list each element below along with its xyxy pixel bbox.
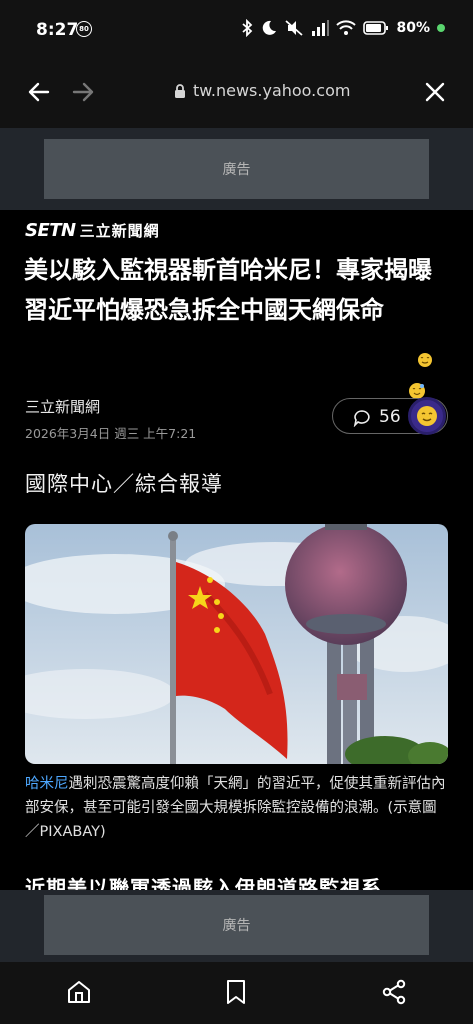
url-text: tw.news.yahoo.com: [193, 81, 351, 100]
home-icon[interactable]: [66, 979, 92, 1005]
browser-toolbar: tw.news.yahoo.com: [0, 62, 473, 128]
article-photo[interactable]: [25, 524, 448, 764]
bookmark-icon[interactable]: [224, 979, 248, 1005]
reaction-emoji-icon: [418, 353, 432, 367]
arrow-right-icon[interactable]: [70, 79, 96, 105]
caption-link[interactable]: 哈米尼: [25, 776, 69, 792]
data-saver-badge: 80: [76, 21, 92, 37]
article-paragraph: 近期美以聯軍透過駭入伊朗道路監視系: [25, 876, 382, 890]
comments-button[interactable]: 56: [332, 397, 448, 435]
charging-dot: [437, 24, 445, 32]
ad-placeholder-top[interactable]: 廣告: [44, 139, 429, 199]
setn-logo-mark: SETN: [25, 219, 76, 241]
lock-icon: [175, 83, 185, 98]
article: SETN 三立新聞網 美以駭入監視器斬首哈米尼！專家揭曝習近平怕爆恐急拆全中國天…: [0, 210, 473, 890]
mute-icon: [285, 20, 304, 36]
battery-percent: 80%: [396, 20, 430, 36]
article-date: 2026年3月4日 週三 上午7:21: [25, 426, 197, 441]
status-time: 8:27: [36, 20, 79, 40]
status-bar: 8:27 80 80%: [0, 0, 473, 62]
comment-icon: [353, 410, 370, 427]
comment-count: 56: [379, 407, 401, 427]
article-section-byline: 國際中心／綜合報導: [25, 472, 223, 496]
arrow-left-icon[interactable]: [26, 79, 52, 105]
bluetooth-icon: [242, 19, 253, 37]
photo-caption: 哈米尼遇刺恐震驚高度仰賴「天網」的習近平，促使其重新評估內部安保，甚至可能引發全…: [25, 772, 450, 844]
caption-text: 遇刺恐震驚高度仰賴「天網」的習近平，促使其重新評估內部安保，甚至可能引發全國大規…: [25, 776, 446, 840]
source-logo: SETN 三立新聞網: [25, 219, 160, 241]
article-publisher[interactable]: 三立新聞網: [25, 396, 100, 417]
status-icons: 80%: [240, 19, 445, 37]
reaction-emoji-icon: [408, 397, 446, 435]
flag-and-tower-photo: [25, 524, 448, 764]
setn-logo-name: 三立新聞網: [79, 221, 160, 240]
close-icon[interactable]: [422, 79, 448, 105]
url-display[interactable]: tw.news.yahoo.com: [174, 81, 350, 100]
battery-icon: [363, 21, 389, 35]
share-icon[interactable]: [381, 979, 407, 1005]
article-headline: 美以駭入監視器斬首哈米尼！專家揭曝習近平怕爆恐急拆全中國天網保命: [24, 256, 432, 324]
signal-icon: [312, 20, 330, 36]
wifi-icon: [336, 20, 357, 35]
ad-placeholder-bottom[interactable]: 廣告: [44, 895, 429, 955]
moon-icon: [263, 20, 277, 35]
bottom-navigation: [0, 962, 473, 1024]
